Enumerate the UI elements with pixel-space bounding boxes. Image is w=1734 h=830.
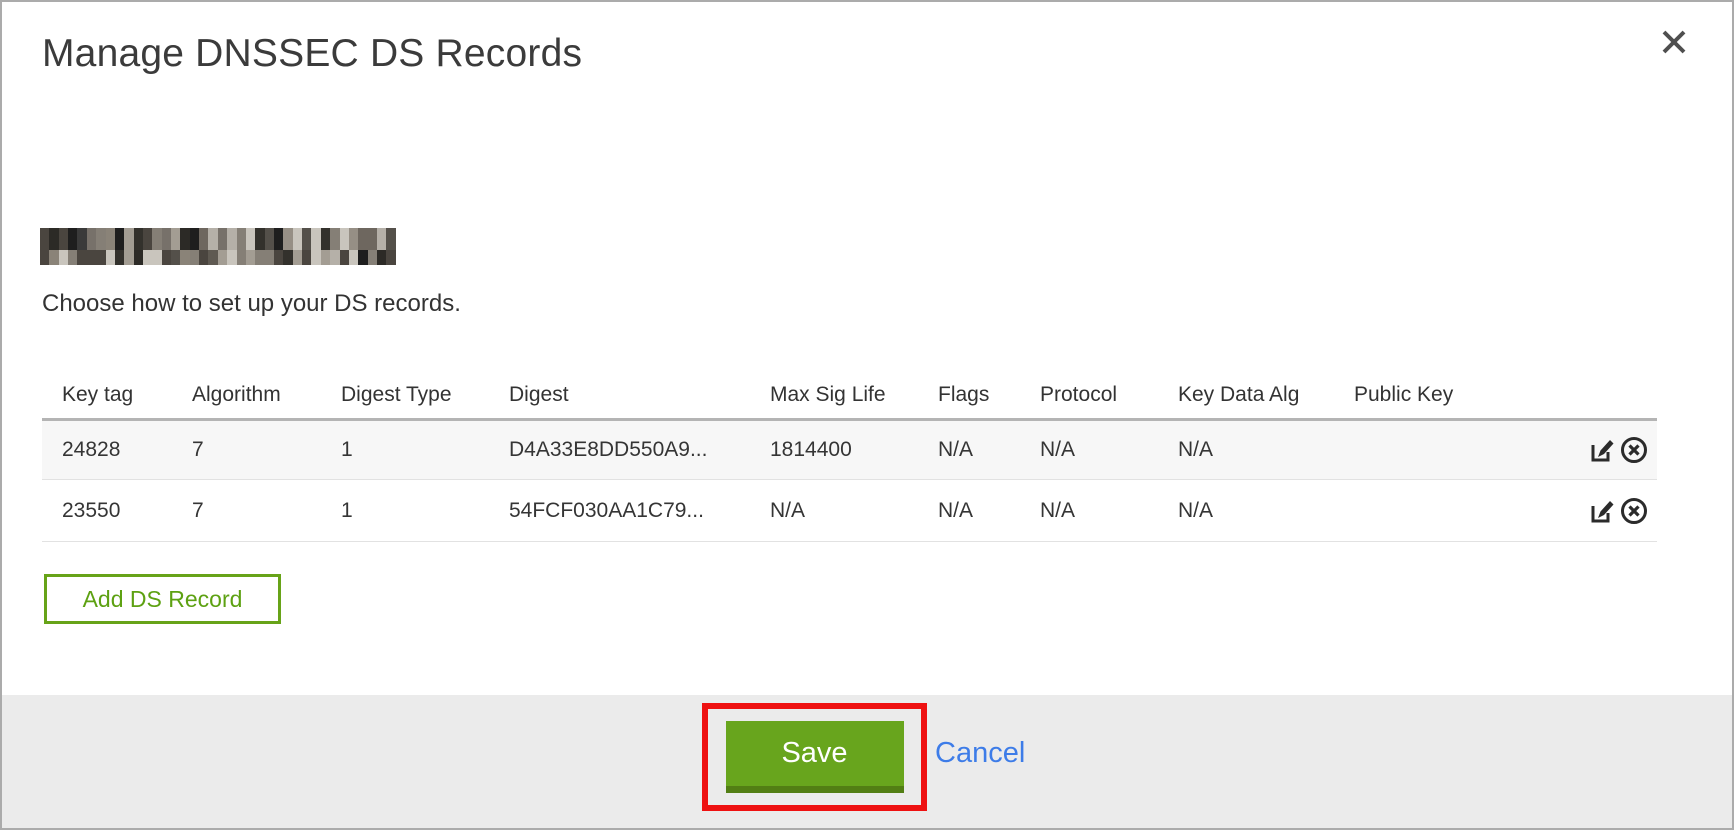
column-header-algorithm: Algorithm (172, 383, 321, 407)
page-title: Manage DNSSEC DS Records (42, 32, 582, 76)
column-header-digest-type: Digest Type (321, 383, 489, 407)
cell-key-data-alg: N/A (1158, 438, 1334, 462)
save-button[interactable]: Save (726, 721, 904, 793)
modal-footer: Save Cancel (2, 695, 1732, 828)
column-header-key-tag: Key tag (42, 383, 172, 407)
column-header-protocol: Protocol (1020, 383, 1158, 407)
column-header-max-sig-life: Max Sig Life (750, 383, 918, 407)
cell-protocol: N/A (1020, 499, 1158, 523)
column-header-public-key: Public Key (1334, 383, 1542, 407)
remove-icon (1619, 435, 1649, 465)
column-header-flags: Flags (918, 383, 1020, 407)
cell-digest: D4A33E8DD550A9... (489, 438, 750, 462)
cell-key-data-alg: N/A (1158, 499, 1334, 523)
redacted-domain-name (40, 228, 396, 265)
close-button[interactable] (1660, 28, 1688, 56)
cell-digest: 54FCF030AA1C79... (489, 499, 750, 523)
red-annotation-box: Save (702, 703, 927, 811)
edit-record-button[interactable] (1588, 435, 1618, 465)
cell-flags: N/A (918, 499, 1020, 523)
manage-dnssec-modal: Manage DNSSEC DS Records Choose how to s… (0, 0, 1734, 830)
cell-key-tag: 24828 (42, 438, 172, 462)
cell-digest-type: 1 (321, 499, 489, 523)
edit-icon (1589, 497, 1617, 525)
cell-flags: N/A (918, 438, 1020, 462)
cell-max-sig-life: N/A (750, 499, 918, 523)
column-header-key-data-alg: Key Data Alg (1158, 383, 1334, 407)
ds-records-table: Key tag Algorithm Digest Type Digest Max… (42, 372, 1657, 542)
table-header-row: Key tag Algorithm Digest Type Digest Max… (42, 372, 1657, 418)
cell-algorithm: 7 (172, 499, 321, 523)
cell-protocol: N/A (1020, 438, 1158, 462)
cell-digest-type: 1 (321, 438, 489, 462)
edit-icon (1589, 436, 1617, 464)
table-row: 23550 7 1 54FCF030AA1C79... N/A N/A N/A … (42, 480, 1657, 542)
instruction-text: Choose how to set up your DS records. (42, 290, 461, 318)
close-icon (1660, 28, 1688, 56)
remove-record-button[interactable] (1619, 496, 1649, 526)
cancel-link[interactable]: Cancel (935, 737, 1025, 770)
add-ds-record-button[interactable]: Add DS Record (44, 574, 281, 624)
table-row: 24828 7 1 D4A33E8DD550A9... 1814400 N/A … (42, 418, 1657, 480)
cell-key-tag: 23550 (42, 499, 172, 523)
cell-algorithm: 7 (172, 438, 321, 462)
cell-max-sig-life: 1814400 (750, 438, 918, 462)
remove-icon (1619, 496, 1649, 526)
edit-record-button[interactable] (1588, 496, 1618, 526)
column-header-digest: Digest (489, 383, 750, 407)
remove-record-button[interactable] (1619, 435, 1649, 465)
